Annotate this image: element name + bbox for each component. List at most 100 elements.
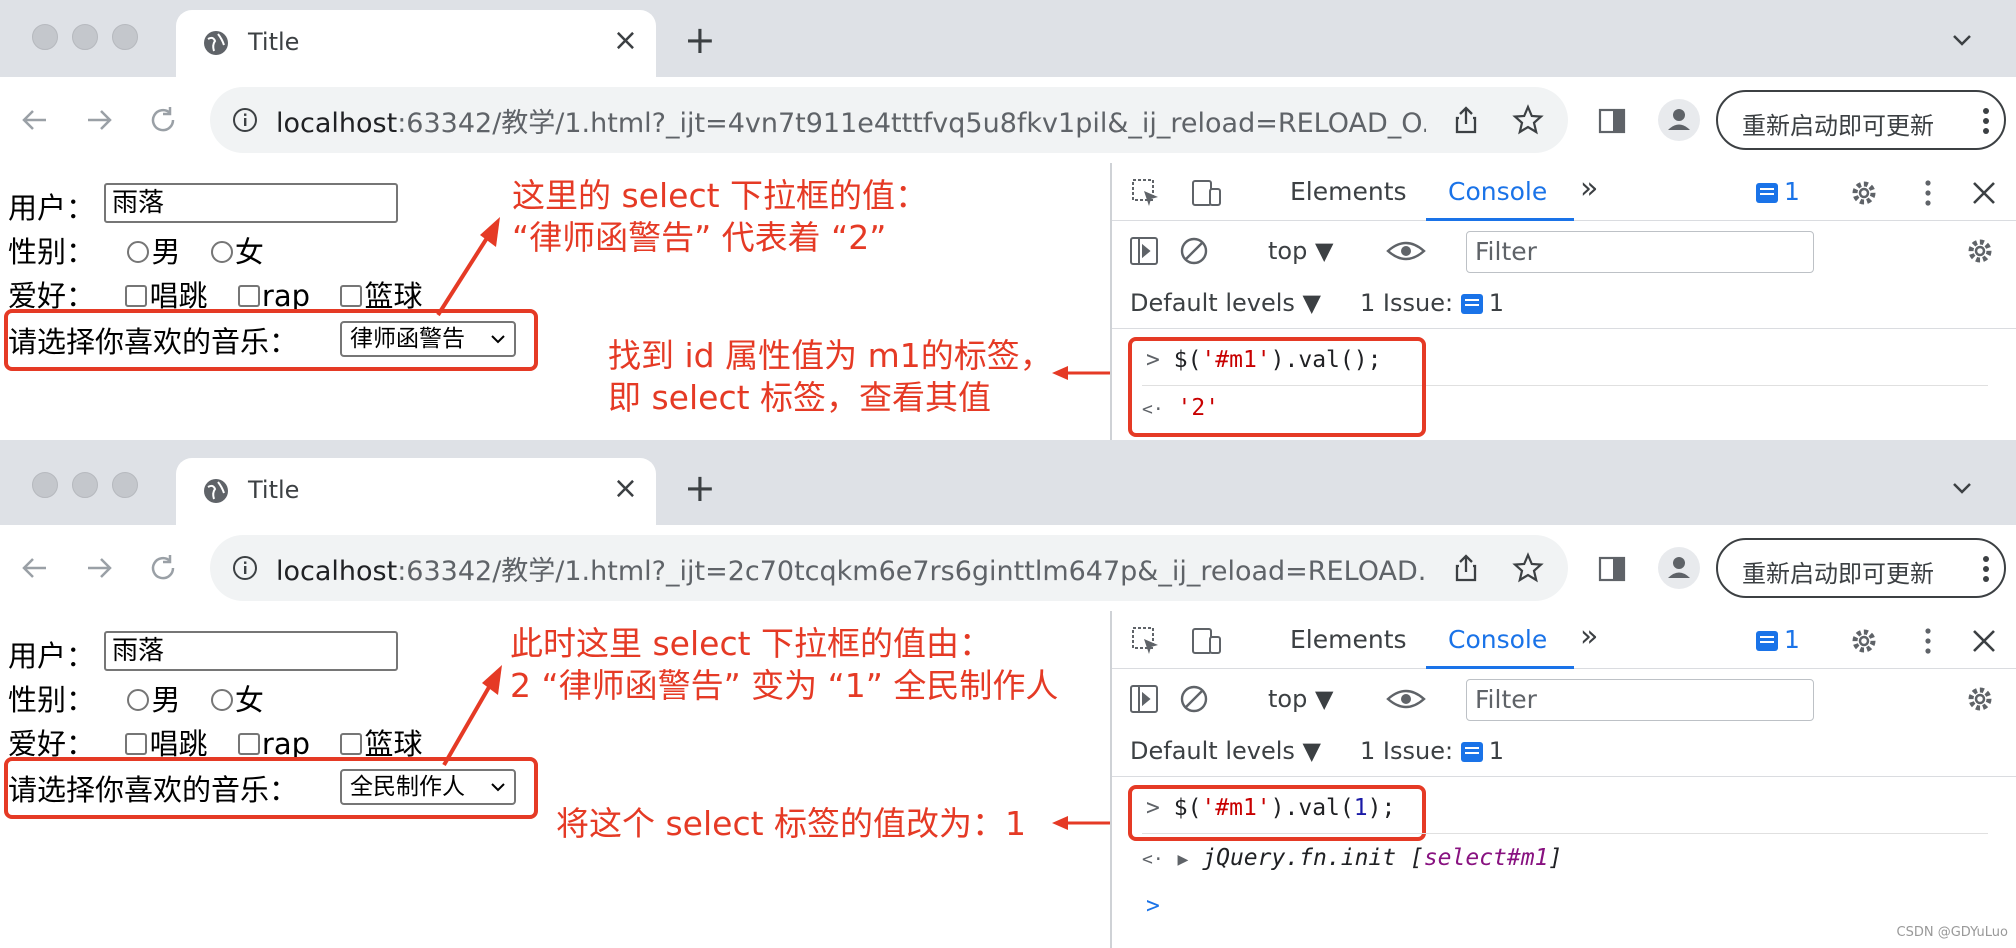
male-radio[interactable] xyxy=(127,689,150,711)
issue-badge[interactable]: 1 xyxy=(1756,177,1800,206)
profile-avatar[interactable] xyxy=(1658,99,1700,141)
eye-icon[interactable] xyxy=(1386,683,1426,715)
tab-close-icon[interactable]: × xyxy=(613,472,638,506)
male-radio[interactable] xyxy=(127,241,150,263)
forward-arrow-icon[interactable] xyxy=(82,551,116,585)
address-bar[interactable]: localhost:63342/教学/1.html?_ijt=4vn7t911e… xyxy=(210,87,1568,153)
console-filterbar: top ▼ Filter xyxy=(1112,669,2016,729)
user-input[interactable]: 雨落 xyxy=(104,631,398,671)
info-icon[interactable] xyxy=(232,107,258,133)
close-icon[interactable] xyxy=(1968,177,2000,209)
content-area: 用户： 雨落 性别： 男 女 爱好： 唱跳 rap 篮球 请选择你喜欢的音乐： … xyxy=(0,611,2016,948)
globe-icon xyxy=(204,479,228,503)
hobby-checkbox-1[interactable] xyxy=(125,733,148,755)
minimize-window-button[interactable] xyxy=(72,472,98,498)
tab-close-icon[interactable]: × xyxy=(613,24,638,58)
user-label: 用户： xyxy=(8,639,96,673)
profile-avatar[interactable] xyxy=(1658,547,1700,589)
user-input[interactable]: 雨落 xyxy=(104,183,398,223)
console-filter-input[interactable]: Filter xyxy=(1466,231,1814,273)
tab-elements[interactable]: Elements xyxy=(1290,177,1407,206)
side-panel-icon[interactable] xyxy=(1598,107,1626,135)
sidebar-toggle-icon[interactable] xyxy=(1128,235,1160,267)
annotation-mid-line1: 找到 id 属性值为 m1的标签， xyxy=(608,336,1053,375)
update-relaunch-button[interactable]: 重新启动即可更新 xyxy=(1716,90,2006,150)
maximize-window-button[interactable] xyxy=(112,472,138,498)
gear-icon[interactable] xyxy=(1848,625,1880,657)
gender-row: 性别： 男 女 xyxy=(8,229,264,271)
kebab-menu-icon[interactable] xyxy=(1982,554,1990,584)
back-arrow-icon[interactable] xyxy=(18,551,52,585)
context-select[interactable]: top ▼ xyxy=(1268,237,1333,265)
share-icon[interactable] xyxy=(1450,552,1482,584)
sidebar-toggle-icon[interactable] xyxy=(1128,683,1160,715)
device-toolbar-icon[interactable] xyxy=(1190,625,1222,657)
devtools-panel: Elements Console » 1 top ▼ Filter Defaul… xyxy=(1110,163,2016,440)
gear-icon[interactable] xyxy=(1848,177,1880,209)
inspect-element-icon[interactable] xyxy=(1130,177,1162,209)
console-next-prompt[interactable]: > xyxy=(1146,893,1160,919)
hobby-checkbox-3[interactable] xyxy=(340,733,363,755)
kebab-menu-icon[interactable] xyxy=(1982,106,1990,136)
issues-summary[interactable]: 1 Issue: 1 xyxy=(1360,289,1504,317)
more-tabs-icon[interactable]: » xyxy=(1580,171,1598,206)
close-window-button[interactable] xyxy=(32,24,58,50)
close-window-button[interactable] xyxy=(32,472,58,498)
minimize-window-button[interactable] xyxy=(72,24,98,50)
console-settings-gear-icon[interactable] xyxy=(1964,235,1996,267)
update-relaunch-button[interactable]: 重新启动即可更新 xyxy=(1716,538,2006,598)
browser-tab[interactable]: Title × xyxy=(176,458,656,525)
reload-icon[interactable] xyxy=(146,103,180,137)
hobby-checkbox-2[interactable] xyxy=(237,285,260,307)
device-toolbar-icon[interactable] xyxy=(1190,177,1222,209)
issues-count: 1 xyxy=(1488,737,1504,765)
issues-summary[interactable]: 1 Issue: 1 xyxy=(1360,737,1504,765)
issue-badge[interactable]: 1 xyxy=(1756,625,1800,654)
eye-icon[interactable] xyxy=(1386,235,1426,267)
tab-console[interactable]: Console xyxy=(1448,177,1547,206)
tab-console[interactable]: Console xyxy=(1448,625,1547,654)
globe-icon xyxy=(204,31,228,55)
forward-arrow-icon[interactable] xyxy=(82,103,116,137)
side-panel-icon[interactable] xyxy=(1598,555,1626,583)
url-text[interactable]: localhost:63342/教学/1.html?_ijt=2c70tcqkm… xyxy=(276,549,1426,588)
console-settings-gear-icon[interactable] xyxy=(1964,683,1996,715)
chevron-down-icon[interactable] xyxy=(1948,26,1976,54)
console-filter-input[interactable]: Filter xyxy=(1466,679,1814,721)
clear-console-icon[interactable] xyxy=(1178,235,1210,267)
hobby-checkbox-2[interactable] xyxy=(237,733,260,755)
context-select[interactable]: top ▼ xyxy=(1268,685,1333,713)
inspect-element-icon[interactable] xyxy=(1130,625,1162,657)
expand-triangle-icon[interactable]: ▶ xyxy=(1178,849,1189,870)
female-radio[interactable] xyxy=(210,241,233,263)
new-tab-button[interactable]: + xyxy=(684,468,716,508)
bookmark-star-icon[interactable] xyxy=(1512,552,1544,584)
annotation-arrow-left xyxy=(1052,816,1110,830)
share-icon[interactable] xyxy=(1450,104,1482,136)
more-tabs-icon[interactable]: » xyxy=(1580,619,1598,654)
message-icon xyxy=(1756,183,1778,203)
gender-label: 性别： xyxy=(8,235,96,269)
default-levels-dropdown[interactable]: Default levels ▼ xyxy=(1130,289,1321,317)
hobby-checkbox-3[interactable] xyxy=(340,285,363,307)
address-bar[interactable]: localhost:63342/教学/1.html?_ijt=2c70tcqkm… xyxy=(210,535,1568,601)
female-radio[interactable] xyxy=(210,689,233,711)
back-arrow-icon[interactable] xyxy=(18,103,52,137)
reload-icon[interactable] xyxy=(146,551,180,585)
default-levels-dropdown[interactable]: Default levels ▼ xyxy=(1130,737,1321,765)
hobby-checkbox-1[interactable] xyxy=(125,285,148,307)
bookmark-star-icon[interactable] xyxy=(1512,104,1544,136)
close-icon[interactable] xyxy=(1968,625,2000,657)
maximize-window-button[interactable] xyxy=(112,24,138,50)
browser-tab[interactable]: Title × xyxy=(176,10,656,77)
info-icon[interactable] xyxy=(232,555,258,581)
kebab-menu-icon[interactable] xyxy=(1912,177,1944,209)
user-label: 用户： xyxy=(8,191,96,225)
new-tab-button[interactable]: + xyxy=(684,20,716,60)
hobby-label: 爱好： xyxy=(8,279,96,313)
tab-elements[interactable]: Elements xyxy=(1290,625,1407,654)
clear-console-icon[interactable] xyxy=(1178,683,1210,715)
url-text[interactable]: localhost:63342/教学/1.html?_ijt=4vn7t911e… xyxy=(276,101,1426,140)
kebab-menu-icon[interactable] xyxy=(1912,625,1944,657)
chevron-down-icon[interactable] xyxy=(1948,474,1976,502)
